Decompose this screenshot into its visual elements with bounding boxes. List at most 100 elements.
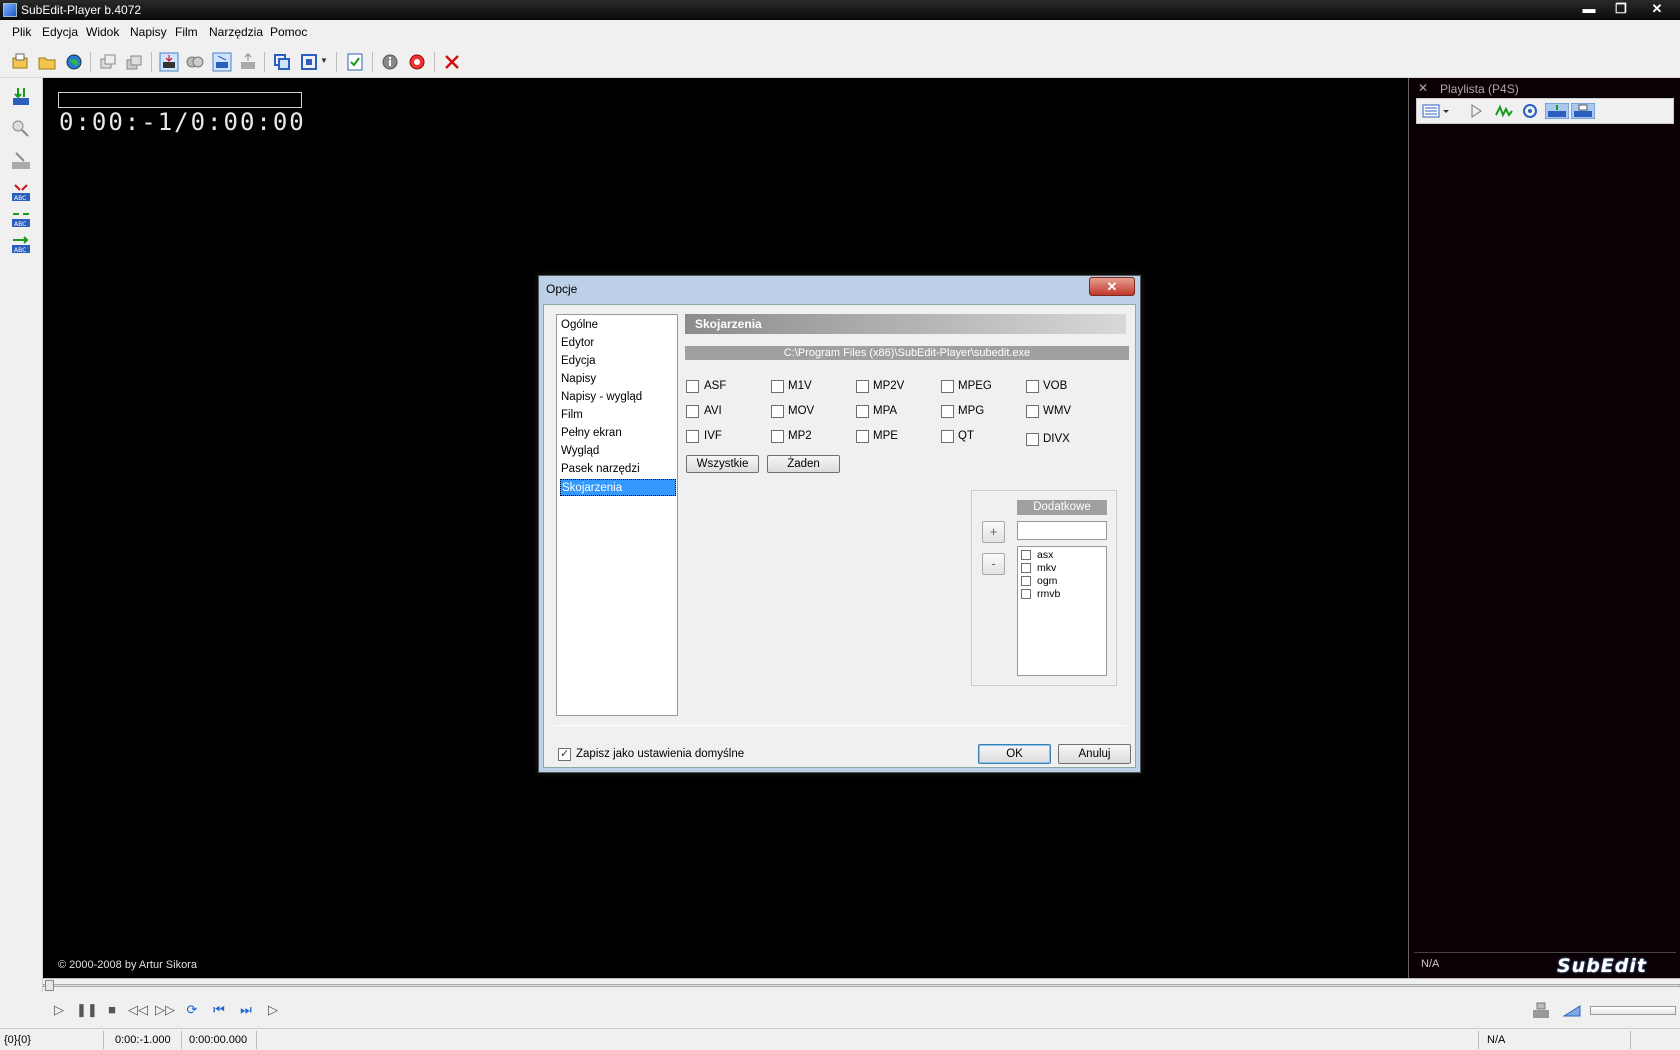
menu-pomoc[interactable]: Pomoc bbox=[270, 25, 307, 39]
checkbox-mpeg[interactable] bbox=[941, 380, 954, 393]
checkbox-mkv[interactable] bbox=[1021, 563, 1031, 573]
checkbox-rmvb[interactable] bbox=[1021, 589, 1031, 599]
menu-napisy[interactable]: Napisy bbox=[130, 25, 167, 39]
checkbox-asx[interactable] bbox=[1021, 550, 1031, 560]
subtitle-toggle-icon[interactable] bbox=[1531, 1000, 1551, 1020]
add-extension-button[interactable]: + bbox=[982, 521, 1005, 543]
speakers-icon[interactable] bbox=[185, 52, 205, 72]
menu-film[interactable]: Film bbox=[175, 25, 198, 39]
maximize-button[interactable]: ❐ bbox=[1604, 0, 1638, 18]
globe-icon[interactable] bbox=[64, 52, 84, 72]
label-mpeg: MPEG bbox=[958, 380, 992, 392]
seek-bar[interactable] bbox=[43, 978, 1680, 992]
checkbox-wmv[interactable] bbox=[1026, 405, 1039, 418]
checkbox-mpe[interactable] bbox=[856, 430, 869, 443]
checkbox-ivf[interactable] bbox=[686, 430, 699, 443]
subtitle-split-icon[interactable]: ABC bbox=[10, 208, 32, 230]
frame-step-button[interactable]: ▷ bbox=[264, 1002, 282, 1018]
checkbox-qt[interactable] bbox=[941, 430, 954, 443]
stop-button[interactable]: ■ bbox=[103, 1002, 121, 1018]
subtitle-abc-icon[interactable] bbox=[238, 52, 258, 72]
menu-plik[interactable]: Plik bbox=[12, 25, 31, 39]
open-folder-icon[interactable] bbox=[37, 52, 57, 72]
menu-widok[interactable]: Widok bbox=[86, 25, 119, 39]
select-all-button[interactable]: Wszystkie bbox=[686, 455, 759, 473]
play-button[interactable]: ▷ bbox=[50, 1002, 68, 1018]
dialog-title: Opcje bbox=[546, 282, 578, 296]
window-stack-icon[interactable] bbox=[124, 52, 144, 72]
minimize-button[interactable]: ▬ bbox=[1572, 0, 1606, 18]
category-film[interactable]: Film bbox=[560, 407, 676, 424]
forward-button[interactable]: ▷▷ bbox=[155, 1002, 175, 1018]
category-pasek-narzedzi[interactable]: Pasek narzędzi bbox=[560, 461, 676, 478]
ok-button[interactable]: OK bbox=[978, 744, 1051, 764]
remove-extension-button[interactable]: - bbox=[982, 553, 1005, 575]
seek-track[interactable] bbox=[43, 984, 1680, 987]
volume-slider[interactable] bbox=[1590, 1006, 1676, 1015]
playlist-subtitle-icon[interactable] bbox=[1545, 103, 1569, 119]
volume-icon[interactable] bbox=[1563, 1005, 1581, 1017]
checkbox-divx[interactable] bbox=[1026, 433, 1039, 446]
playlist-menu-icon[interactable] bbox=[1422, 103, 1450, 119]
category-napisy[interactable]: Napisy bbox=[560, 371, 676, 388]
menu-edycja[interactable]: Edycja bbox=[42, 25, 78, 39]
checkbox-avi[interactable] bbox=[686, 405, 699, 418]
seek-thumb[interactable] bbox=[45, 980, 54, 991]
select-none-button[interactable]: Żaden bbox=[767, 455, 840, 473]
subtitle-merge-icon[interactable]: ABC bbox=[10, 182, 32, 204]
checkbox-mov[interactable] bbox=[771, 405, 784, 418]
category-edycja[interactable]: Edycja bbox=[560, 353, 676, 370]
search-tool-icon[interactable] bbox=[10, 118, 32, 140]
open-file-icon[interactable] bbox=[10, 52, 30, 72]
menu-narzedzia[interactable]: Narzędzia bbox=[209, 25, 263, 39]
category-skojarzenia[interactable]: Skojarzenia bbox=[560, 479, 676, 496]
category-pelny-ekran[interactable]: Pełny ekran bbox=[560, 425, 676, 442]
lifebuoy-icon[interactable] bbox=[407, 52, 427, 72]
dialog-close-button[interactable]: ✕ bbox=[1089, 277, 1135, 296]
extension-input[interactable] bbox=[1017, 521, 1107, 540]
subtitle-edit-icon[interactable] bbox=[10, 150, 32, 172]
next-button[interactable]: ⏭ bbox=[237, 1002, 255, 1018]
category-ogolne[interactable]: Ogólne bbox=[560, 317, 676, 334]
label-mp2: MP2 bbox=[788, 430, 812, 442]
window-copy-icon[interactable] bbox=[98, 52, 118, 72]
rewind-button[interactable]: ◁◁ bbox=[128, 1002, 148, 1018]
play-icon[interactable] bbox=[1467, 103, 1485, 119]
save-default-checkbox[interactable] bbox=[558, 747, 571, 761]
exe-path: C:\Program Files (x86)\SubEdit-Player\su… bbox=[685, 346, 1129, 360]
waveform-icon[interactable] bbox=[1495, 103, 1513, 119]
subtitle-sync-icon[interactable] bbox=[159, 52, 179, 72]
subtitle-import-icon[interactable] bbox=[10, 86, 32, 108]
previous-button[interactable]: ⏮ bbox=[210, 1002, 228, 1018]
checkbox-mp2[interactable] bbox=[771, 430, 784, 443]
extension-label: asx bbox=[1037, 549, 1054, 561]
duplicate-icon[interactable] bbox=[272, 52, 292, 72]
info-icon[interactable] bbox=[380, 52, 400, 72]
checkbox-mpa[interactable] bbox=[856, 405, 869, 418]
checkbox-ogm[interactable] bbox=[1021, 576, 1031, 586]
pause-button[interactable]: ❚❚ bbox=[76, 1002, 98, 1018]
subtitle-adjust-icon[interactable] bbox=[212, 52, 232, 72]
category-edytor[interactable]: Edytor bbox=[560, 335, 676, 352]
category-wyglad[interactable]: Wygląd bbox=[560, 443, 676, 460]
checkbox-mp2v[interactable] bbox=[856, 380, 869, 393]
loop-icon[interactable]: ⟳ bbox=[183, 1002, 201, 1018]
checkbox-vob[interactable] bbox=[1026, 380, 1039, 393]
subtitle-shift-icon[interactable]: ABC bbox=[10, 234, 32, 256]
checkbox-asf[interactable] bbox=[686, 380, 699, 393]
refresh-icon[interactable] bbox=[1521, 103, 1539, 119]
checkbox-mpg[interactable] bbox=[941, 405, 954, 418]
close-button[interactable]: ✕ bbox=[1636, 0, 1678, 18]
check-document-icon[interactable] bbox=[345, 52, 365, 72]
category-napisy-wyglad[interactable]: Napisy - wygląd bbox=[560, 389, 676, 406]
fit-screen-icon[interactable] bbox=[299, 52, 319, 72]
close-x-icon[interactable] bbox=[442, 52, 462, 72]
playlist-close-icon[interactable]: ✕ bbox=[1418, 81, 1428, 95]
label-qt: QT bbox=[958, 430, 974, 442]
label-mov: MOV bbox=[788, 405, 815, 417]
cancel-button[interactable]: Anuluj bbox=[1058, 744, 1131, 764]
playlist-save-icon[interactable] bbox=[1571, 103, 1595, 119]
status-divider bbox=[181, 1031, 182, 1049]
checkbox-m1v[interactable] bbox=[771, 380, 784, 393]
chevron-down-icon[interactable]: ▼ bbox=[320, 56, 328, 65]
